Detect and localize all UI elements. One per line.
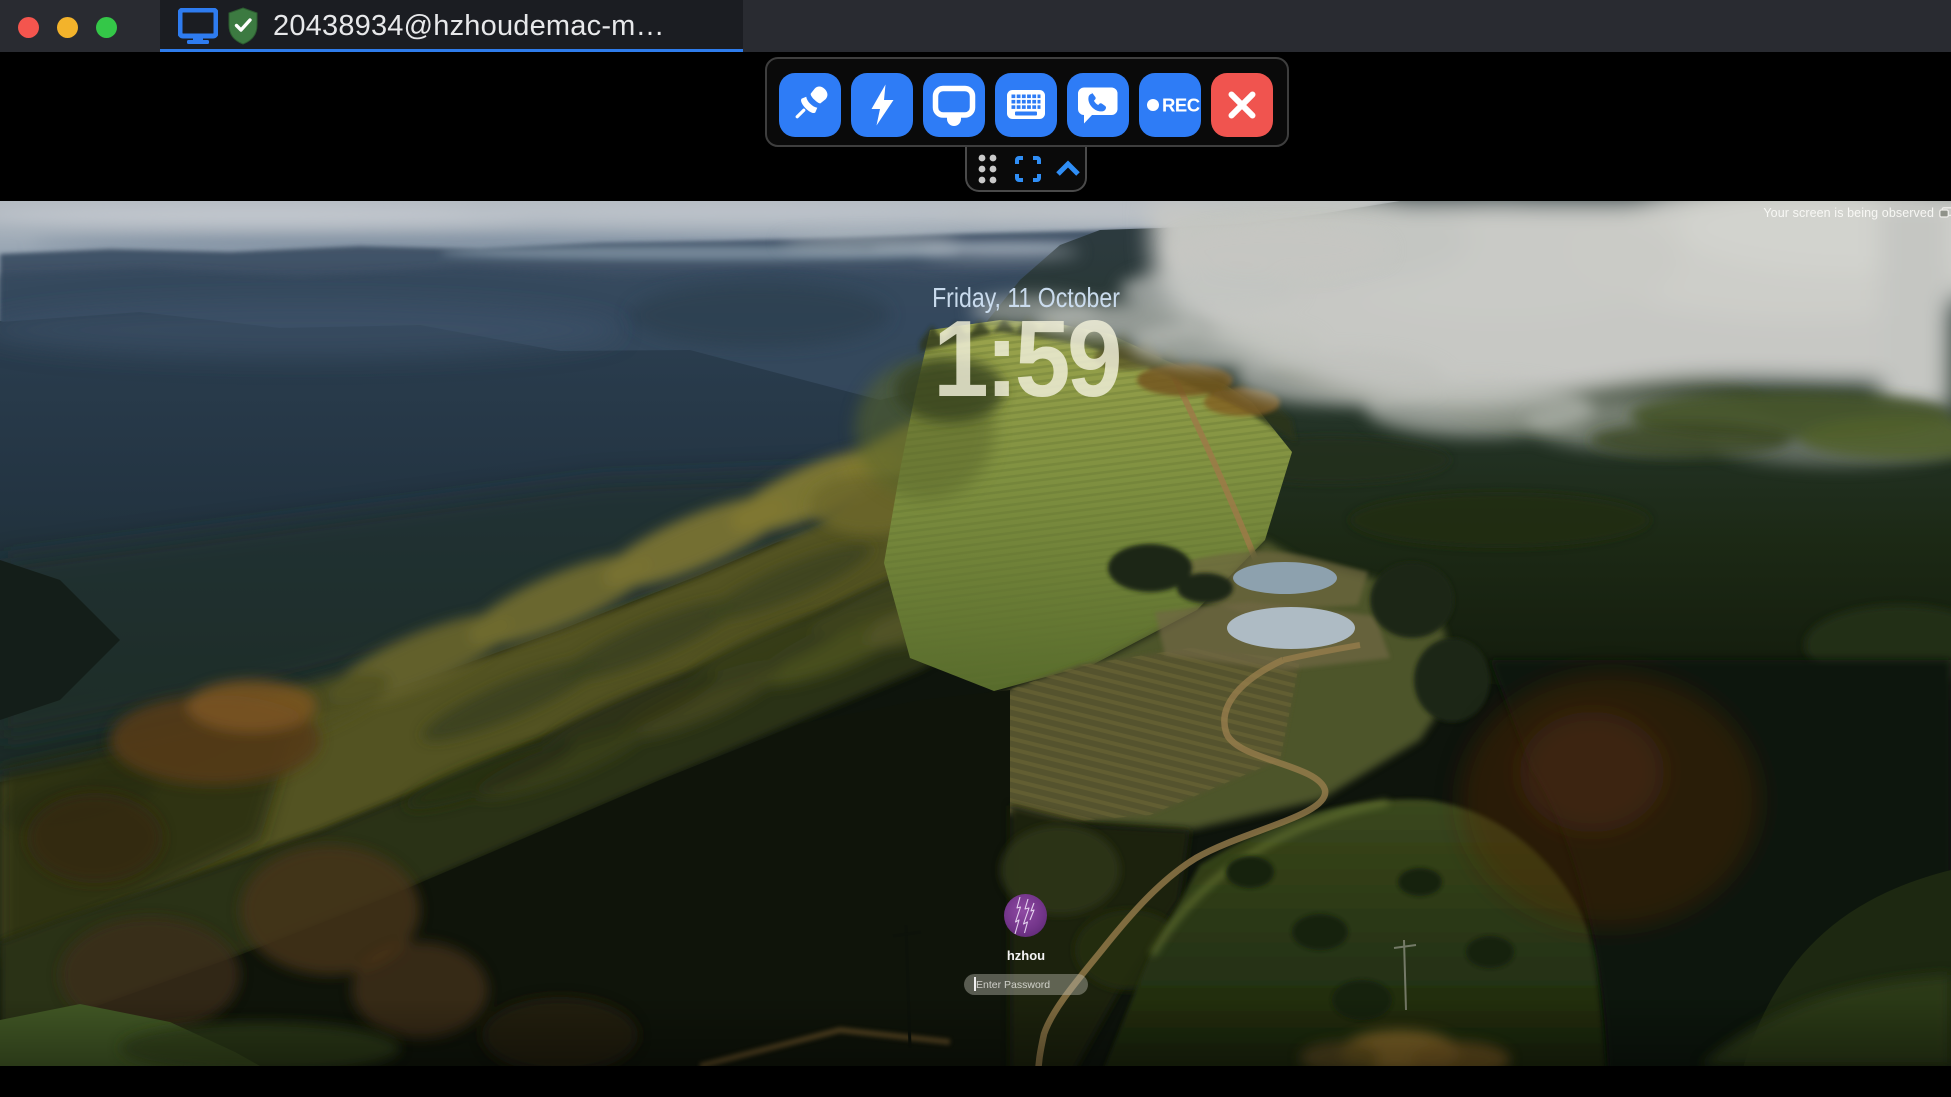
svg-text:REC: REC [1162, 95, 1200, 116]
